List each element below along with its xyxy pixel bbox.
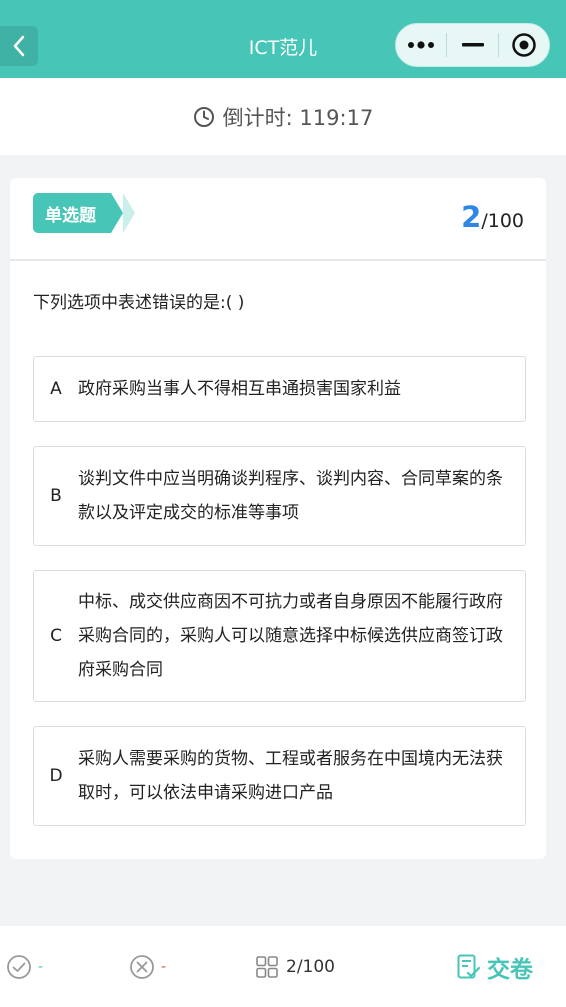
question-type-tag-tail <box>123 193 135 233</box>
answer-sheet-button[interactable]: 2/100 <box>256 926 335 1007</box>
bottom-toolbar: - - 2/100 交卷 <box>0 926 566 1007</box>
question-type-tag: 单选题 <box>33 193 123 233</box>
question-type-label: 单选题 <box>45 205 96 226</box>
option-c[interactable]: C 中标、成交供应商因不可抗力或者自身原因不能履行政府采购合同的，采购人可以随意… <box>33 570 526 702</box>
minimize-button[interactable] <box>447 24 497 66</box>
option-letter: A <box>50 379 62 399</box>
option-text: 谈判文件中应当明确谈判程序、谈判内容、合同草案的条款以及评定成交的标准等事项 <box>78 469 503 523</box>
minus-icon <box>461 43 484 47</box>
submit-label: 交卷 <box>487 956 533 983</box>
option-letter: D <box>49 766 63 786</box>
more-dots-icon <box>408 41 435 49</box>
check-circle-icon <box>7 954 31 979</box>
countdown-timer: 倒计时: 119:17 <box>0 78 566 155</box>
wrong-count-value: - <box>161 958 167 975</box>
option-letter: C <box>50 626 62 646</box>
option-text: 政府采购当事人不得相互串通损害国家利益 <box>78 379 401 399</box>
wrong-count: - <box>129 926 166 1007</box>
current-question-number: 2 <box>461 200 482 234</box>
clock-icon <box>193 106 214 127</box>
top-nav-bar: ICT范儿 <box>0 0 566 78</box>
correct-count-value: - <box>38 958 44 975</box>
correct-count: - <box>6 926 43 1007</box>
submit-paper-icon <box>457 954 481 978</box>
target-close-icon <box>512 33 536 57</box>
card-divider <box>10 259 546 261</box>
question-counter: 2/100 <box>461 200 524 234</box>
more-button[interactable] <box>396 24 446 66</box>
close-miniprogram-button[interactable] <box>499 24 549 66</box>
timer-label: 倒计时: 119:17 <box>222 105 374 130</box>
x-circle-icon <box>130 954 154 979</box>
option-b[interactable]: B 谈判文件中应当明确谈判程序、谈判内容、合同草案的条款以及评定成交的标准等事项 <box>33 446 526 546</box>
grid-icon <box>256 955 278 978</box>
option-text: 采购人需要采购的货物、工程或者服务在中国境内无法获取时，可以依法申请采购进口产品 <box>78 749 503 803</box>
progress-label: 2/100 <box>286 956 335 977</box>
option-text: 中标、成交供应商因不可抗力或者自身原因不能履行政府采购合同的，采购人可以随意选择… <box>78 592 503 680</box>
option-a[interactable]: A 政府采购当事人不得相互串通损害国家利益 <box>33 356 526 422</box>
option-letter: B <box>50 486 62 506</box>
submit-button[interactable]: 交卷 <box>457 926 533 1007</box>
total-questions: /100 <box>481 210 524 232</box>
miniprogram-capsule <box>395 23 550 67</box>
question-text: 下列选项中表述错误的是:( ) <box>33 293 245 313</box>
option-d[interactable]: D 采购人需要采购的货物、工程或者服务在中国境内无法获取时，可以依法申请采购进口… <box>33 726 526 826</box>
question-card: 单选题 2/100 下列选项中表述错误的是:( ) A 政府采购当事人不得相互串… <box>10 178 546 859</box>
